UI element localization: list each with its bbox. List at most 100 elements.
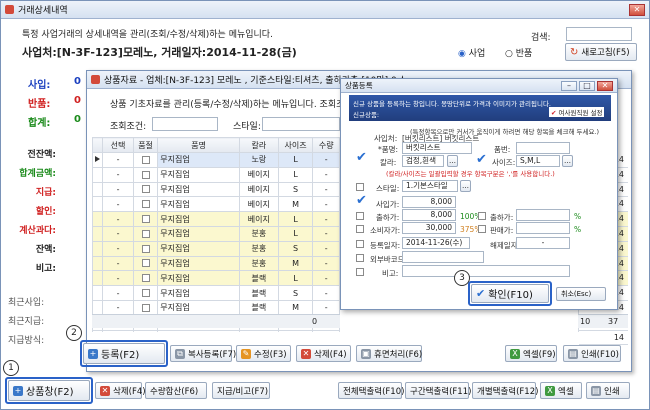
sale-input[interactable]: [516, 222, 570, 234]
cond-input[interactable]: [152, 117, 218, 131]
main-print-button[interactable]: ▤ 인쇄: [586, 382, 630, 399]
barcode-input[interactable]: [402, 251, 484, 263]
cell-soldout[interactable]: [132, 329, 159, 332]
copy-register-button[interactable]: ⧉ 복사등록(F7): [170, 345, 236, 362]
cell-soldout[interactable]: [132, 240, 159, 257]
pay-note-button[interactable]: 지급/비고(F7): [212, 382, 270, 399]
soldout-checkbox[interactable]: [141, 229, 150, 238]
register-minimize-button[interactable]: –: [561, 80, 577, 91]
register-button[interactable]: + 등록(F2): [83, 343, 165, 364]
cell-soldout[interactable]: [132, 152, 159, 168]
column-header[interactable]: 품명: [157, 137, 240, 153]
style-picker-button[interactable]: …: [460, 180, 471, 192]
cell-soldout[interactable]: [132, 255, 159, 272]
note-input[interactable]: [402, 265, 570, 277]
soldout-checkbox[interactable]: [141, 259, 150, 268]
cell-soldout[interactable]: [132, 270, 159, 287]
sale-checkbox[interactable]: [478, 225, 486, 233]
main-excel-button[interactable]: X 엑셀: [540, 382, 582, 399]
ship2-input[interactable]: [516, 209, 570, 221]
date-input[interactable]: 2014-11-26(수): [402, 237, 470, 249]
soldout-checkbox[interactable]: [141, 215, 150, 224]
cell-select: -: [102, 225, 134, 242]
size-input[interactable]: S,M,L: [516, 155, 560, 167]
code-input[interactable]: [516, 142, 570, 154]
soldout-checkbox[interactable]: [141, 155, 150, 164]
table-row[interactable]: - 무지집업 분홍 M -: [92, 255, 340, 272]
cancel-button[interactable]: 취소(Esc): [556, 287, 606, 301]
cost-input[interactable]: 8,000: [402, 196, 456, 208]
consumer-input[interactable]: 30,000: [402, 222, 456, 234]
table-row[interactable]: - 무지집업 베이지 S -: [92, 181, 340, 198]
cell-soldout[interactable]: [132, 211, 159, 227]
color-input[interactable]: 검정,흰색: [402, 155, 444, 167]
column-header[interactable]: 품절: [132, 137, 159, 153]
barcode-checkbox[interactable]: [356, 254, 364, 262]
soldout-checkbox[interactable]: [141, 244, 150, 253]
table-row[interactable]: - 무지집업 베이지 M -: [92, 196, 340, 213]
consumer-checkbox[interactable]: [356, 225, 364, 233]
soldout-checkbox[interactable]: [141, 289, 150, 298]
confirm-button[interactable]: ✔ 확인(F10): [471, 284, 549, 303]
product-delete-button[interactable]: ✕ 삭제(F4): [296, 345, 351, 362]
main-close-button[interactable]: ✕: [629, 3, 645, 16]
product-excel-button[interactable]: X 엑셀(F9): [505, 345, 557, 362]
column-header[interactable]: 선택: [102, 137, 134, 153]
cancel-label: 취소(Esc): [561, 290, 592, 298]
table-row[interactable]: -무지집업블루S-: [92, 329, 340, 332]
radio-return[interactable]: ○ 반품: [505, 46, 532, 59]
cell-soldout[interactable]: [132, 181, 159, 198]
soldout-checkbox[interactable]: [141, 185, 150, 194]
dormant-button[interactable]: ▣ 휴면처리(F6): [356, 345, 422, 362]
table-row[interactable]: - 무지집업 분홍 S -: [92, 240, 340, 257]
edit-button[interactable]: ✎ 수정(F3): [236, 345, 291, 362]
column-header[interactable]: 칼라: [238, 137, 279, 153]
color-label: 칼라:: [380, 158, 397, 167]
print-section-button[interactable]: 구간택출력(F11): [405, 382, 471, 399]
table-row[interactable]: - 무지집업 베이지 L -: [92, 166, 340, 183]
product-print-button[interactable]: ▤ 인쇄(F10): [563, 345, 621, 362]
ship2-checkbox[interactable]: [478, 212, 486, 220]
main-delete-button[interactable]: ✕ 삭제(F4): [95, 382, 146, 399]
soldout-checkbox[interactable]: [141, 303, 150, 312]
register-maximize-button[interactable]: □: [579, 80, 595, 91]
note-checkbox[interactable]: [356, 268, 364, 276]
row-indicator-header: [92, 137, 104, 153]
cell-soldout[interactable]: [132, 196, 159, 213]
cell-soldout[interactable]: [132, 225, 159, 242]
size-picker-button[interactable]: …: [562, 155, 573, 167]
soldout-checkbox[interactable]: [141, 274, 150, 283]
radio-business[interactable]: ◉ 사업: [458, 46, 485, 59]
ship-checkbox[interactable]: [356, 212, 364, 220]
soldout-checkbox[interactable]: [141, 170, 150, 179]
style-select[interactable]: [262, 117, 340, 131]
table-row[interactable]: - 무지집업 블랙 L -: [92, 270, 340, 287]
product-window-button[interactable]: + 상품창(F2): [8, 380, 90, 401]
cell-select: -: [102, 255, 134, 272]
column-header[interactable]: 수량: [312, 137, 340, 153]
style-field-select[interactable]: 1.기본스타일: [402, 180, 458, 192]
header-info: 사업처:[N-3F-123]모레노, 거래일자:2014-11-28(금): [22, 46, 297, 59]
print-each-button[interactable]: 개별택출력(F12): [472, 382, 538, 399]
ship-input[interactable]: 8,000: [402, 209, 456, 221]
register-close-button[interactable]: ✕: [597, 80, 613, 91]
name-input[interactable]: 버킷리스트: [402, 142, 472, 154]
deactivate-input[interactable]: -: [516, 237, 570, 249]
table-row[interactable]: - 무지집업 베이지 L -: [92, 211, 340, 227]
date-checkbox[interactable]: [356, 240, 364, 248]
print-all-button[interactable]: 전체택출력(F10): [338, 382, 404, 399]
cell-soldout[interactable]: [132, 285, 159, 301]
cell-qty: -: [312, 225, 340, 242]
refresh-button[interactable]: ↻ 새로고침(F5): [565, 43, 637, 61]
cell-select: -: [102, 329, 134, 332]
color-picker-button[interactable]: …: [447, 155, 458, 167]
search-input[interactable]: [566, 27, 632, 41]
style-checkbox[interactable]: [356, 183, 364, 191]
table-row[interactable]: - 무지집업 분홍 L -: [92, 225, 340, 242]
qty-merge-button[interactable]: 수량합산(F6): [145, 382, 207, 399]
soldout-checkbox[interactable]: [141, 200, 150, 209]
cell-soldout[interactable]: [132, 166, 159, 183]
table-row[interactable]: - 무지집업 블랙 S -: [92, 285, 340, 301]
column-header[interactable]: 사이즈: [277, 137, 314, 153]
table-row[interactable]: - 무지집업 노랑 L -: [92, 152, 340, 168]
